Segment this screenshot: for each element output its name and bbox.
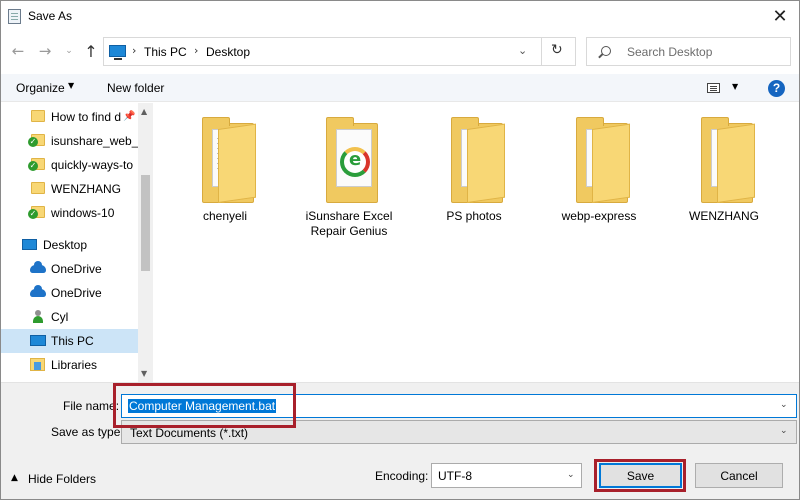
chevron-down-icon[interactable]: ⌄ [518, 44, 527, 57]
nav-item-label: Libraries [51, 358, 98, 372]
folder-chenyeli[interactable]: chenyeli [170, 103, 280, 243]
nav-item-onedrive-1[interactable]: OneDrive [1, 257, 138, 281]
folder-ps-photos[interactable]: PS photos [419, 103, 529, 243]
new-folder-button[interactable]: New folder [107, 81, 164, 95]
search-input[interactable]: Search Desktop [627, 45, 712, 59]
nav-item-label: How to find d [51, 110, 121, 124]
file-label: PS photos [446, 209, 502, 223]
chevron-down-icon[interactable]: ⌄ [567, 470, 575, 480]
folder-webp-express[interactable]: webp-express [544, 103, 654, 243]
folder-wenzhang[interactable]: W WENZHANG [669, 103, 779, 243]
nav-item-wenzhang[interactable]: WENZHANG [1, 177, 138, 201]
encoding-label: Encoding: [375, 469, 429, 483]
breadcrumb-separator-icon[interactable]: › [194, 44, 198, 57]
nav-item-onedrive-2[interactable]: OneDrive [1, 281, 138, 305]
file-label: chenyeli [202, 209, 248, 223]
chevron-down-icon[interactable]: ▼ [68, 81, 74, 90]
desktop-icon [22, 239, 37, 250]
nav-item-label: WENZHANG [51, 182, 121, 196]
folder-icon [31, 110, 45, 122]
search-icon [601, 46, 611, 56]
folder-isunshare-excel[interactable]: iSunshare Excel Repair Genius [294, 103, 404, 243]
encoding-value: UTF-8 [438, 469, 472, 483]
breadcrumb-separator-icon[interactable]: › [132, 44, 136, 57]
nav-item-label: OneDrive [51, 262, 102, 276]
nav-item-label: quickly-ways-to [51, 158, 134, 172]
nav-item-quickly-ways[interactable]: quickly-ways-to [1, 153, 138, 177]
search-box[interactable]: Search Desktop [586, 37, 791, 66]
back-arrow-icon[interactable]: ← [7, 39, 29, 63]
nav-item-libraries[interactable]: Libraries [1, 353, 138, 377]
command-bar: Organize ▼ New folder ▼ ? [1, 74, 799, 102]
file-name-field[interactable]: Computer Management.bat ⌄ [121, 394, 797, 418]
chevron-down-icon[interactable]: ⌄ [780, 426, 788, 436]
address-bar[interactable]: › This PC › Desktop ⌄ ↻ [103, 37, 576, 66]
save-as-dialog: Save As ✕ ← → ⌄ ↑ › This PC › Desktop ⌄ … [0, 0, 800, 500]
this-pc-icon [109, 45, 126, 60]
navigation-pane: How to find d 📌 isunshare_web_5 quickly-… [1, 103, 153, 382]
nav-item-label: Cyl [51, 310, 69, 324]
nav-item-label: This PC [51, 334, 94, 348]
folder-icon [31, 182, 45, 194]
chevron-up-icon: ▲ [11, 473, 18, 483]
hide-folders-label: Hide Folders [28, 472, 97, 486]
window-title: Save As [28, 9, 73, 23]
folder-word-icon: W [701, 117, 755, 203]
nav-item-label: isunshare_web_5 [51, 134, 138, 148]
scroll-up-icon[interactable]: ▲ [141, 107, 147, 116]
file-name-input[interactable]: Computer Management.bat [128, 399, 277, 413]
nav-item-desktop[interactable]: Desktop [1, 233, 138, 257]
help-icon[interactable]: ? [768, 80, 785, 97]
nav-item-label: Desktop [43, 238, 88, 252]
nav-scrollbar[interactable]: ▲ ▼ [138, 103, 153, 382]
save-as-type-label: Save as type: [51, 425, 124, 439]
file-label: WENZHANG [689, 209, 759, 223]
file-label: iSunshare Excel Repair Genius [305, 209, 393, 238]
file-list: chenyeli iSunshare Excel Repair Genius P… [157, 103, 799, 382]
file-name-label: File name: [63, 399, 120, 413]
nav-item-cyl[interactable]: Cyl [1, 305, 138, 329]
folder-synced-icon [28, 134, 45, 147]
forward-arrow-icon[interactable]: → [34, 39, 56, 63]
nav-item-isunshare-web[interactable]: isunshare_web_5 [1, 129, 138, 153]
breadcrumb-this-pc[interactable]: This PC [144, 45, 187, 59]
nav-item-label: windows-10 [51, 206, 115, 220]
onedrive-icon [30, 261, 46, 273]
view-options-icon[interactable] [707, 83, 720, 93]
refresh-icon[interactable]: ↻ [551, 42, 563, 58]
this-pc-icon [30, 335, 46, 346]
user-icon [32, 310, 44, 323]
title-bar: Save As ✕ [1, 1, 799, 32]
nav-item-windows-10[interactable]: windows-10 [1, 201, 138, 225]
recent-locations-chevron-icon[interactable]: ⌄ [58, 39, 80, 63]
save-as-type-select[interactable]: Text Documents (*.txt) ⌄ [121, 420, 797, 444]
notepad-icon [8, 9, 21, 24]
encoding-select[interactable]: UTF-8 ⌄ [431, 463, 582, 488]
cancel-button[interactable]: Cancel [695, 463, 783, 488]
folder-photos-icon [451, 117, 505, 203]
folder-web-icon [576, 117, 630, 203]
up-arrow-icon[interactable]: ↑ [80, 39, 102, 63]
scroll-down-icon[interactable]: ▼ [141, 369, 147, 378]
close-button[interactable]: ✕ [761, 1, 799, 32]
divider [541, 38, 542, 65]
organize-button[interactable]: Organize [16, 81, 65, 95]
chevron-down-icon[interactable]: ⌄ [780, 400, 788, 410]
save-button[interactable]: Save [599, 463, 682, 488]
folder-synced-icon [28, 158, 45, 171]
file-label: webp-express [561, 209, 637, 223]
libraries-icon [30, 358, 45, 371]
pin-icon: 📌 [123, 111, 136, 122]
folder-synced-icon [28, 206, 45, 219]
nav-item-how-to-find[interactable]: How to find d 📌 [1, 105, 138, 129]
folder-app-icon [326, 117, 378, 203]
scroll-thumb[interactable] [141, 175, 150, 271]
breadcrumb-desktop[interactable]: Desktop [206, 45, 250, 59]
nav-item-this-pc[interactable]: This PC [1, 329, 138, 353]
folder-icon [202, 117, 256, 203]
save-as-type-value: Text Documents (*.txt) [130, 426, 249, 440]
nav-item-label: OneDrive [51, 286, 102, 300]
chevron-down-icon[interactable]: ▼ [732, 82, 738, 91]
onedrive-icon [30, 285, 46, 297]
